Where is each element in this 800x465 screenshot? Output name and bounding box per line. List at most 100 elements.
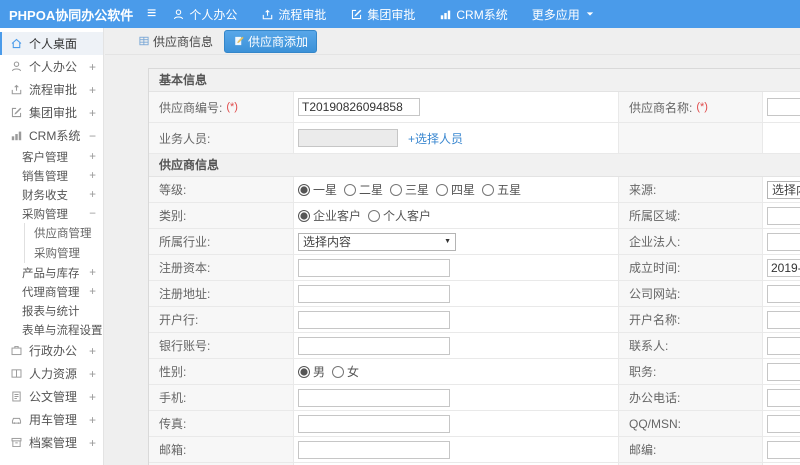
industry-select[interactable]: 选择内容 ▼	[298, 232, 456, 251]
sidebar-item-customer-mgmt[interactable]: 客户管理 +	[0, 147, 103, 166]
expand-toggle[interactable]: +	[89, 367, 96, 381]
form-section: 基本信息供应商编号:(*) 供应商名称:(*) 业务人员: +选择人员	[149, 69, 800, 154]
registered-capital-input[interactable]	[298, 258, 450, 277]
sidebar-item-sales-mgmt[interactable]: 销售管理 +	[0, 166, 103, 185]
business-person-input[interactable]	[298, 129, 398, 147]
expand-toggle[interactable]: +	[89, 286, 96, 298]
nav-more-apps[interactable]: 更多应用	[532, 6, 594, 23]
fax-input[interactable]	[298, 414, 450, 433]
sidebar-item-group-approval[interactable]: 集团审批 +	[0, 101, 103, 124]
category-radio-0[interactable]: 企业客户	[298, 207, 361, 224]
field-cell: 选择内容▼	[763, 177, 800, 202]
expand-toggle[interactable]: +	[89, 344, 96, 358]
sidebar-item-personal-office[interactable]: 个人办公 +	[0, 55, 103, 78]
radio-button[interactable]	[298, 209, 310, 222]
expand-toggle[interactable]: +	[89, 83, 96, 97]
choose-person-link[interactable]: +选择人员	[408, 130, 463, 147]
sidebar-item-purchase-mgmt[interactable]: 采购管理 −	[0, 204, 103, 223]
form-row: 业务人员: +选择人员	[149, 123, 800, 154]
postcode-input[interactable]	[767, 440, 800, 459]
tab-supplier-info[interactable]: 供应商信息	[133, 30, 218, 53]
gender-radio-1[interactable]: 女	[332, 363, 359, 380]
radio-button[interactable]	[332, 365, 345, 378]
nav-label: 流程审批	[278, 7, 327, 22]
sidebar-item-agent-mgmt[interactable]: 代理商管理 +	[0, 282, 103, 301]
expand-toggle[interactable]: +	[89, 170, 96, 182]
sidebar-item-process-approval[interactable]: 流程审批 +	[0, 78, 103, 101]
nav-group-approval[interactable]: 集团审批	[350, 6, 415, 23]
radio-button[interactable]	[298, 365, 310, 378]
sidebar-item-document-mgmt[interactable]: 公文管理 +	[0, 385, 103, 408]
legal-person-input[interactable]	[767, 232, 800, 251]
expand-toggle[interactable]: +	[103, 324, 104, 336]
tab-supplier-add[interactable]: 供应商添加	[224, 29, 318, 53]
field-cell	[763, 123, 800, 153]
level-radio-2[interactable]: 三星	[390, 181, 429, 198]
field-cell: 企业客户 个人客户	[294, 203, 619, 228]
field-label: 联系人:	[619, 333, 763, 358]
expand-toggle[interactable]: +	[89, 267, 96, 279]
sidebar-item-archive-mgmt[interactable]: 档案管理 +	[0, 431, 103, 454]
hamburger-icon[interactable]: ≡	[147, 0, 156, 28]
expand-toggle[interactable]: +	[89, 436, 96, 450]
sidebar-item-crm-system[interactable]: CRM系统 −	[0, 124, 103, 147]
sidebar-item-label: 销售管理	[22, 170, 68, 183]
radio-button[interactable]	[298, 183, 310, 196]
qq-msn-input[interactable]	[767, 414, 800, 433]
bank-name-input[interactable]	[298, 310, 450, 329]
nav-personal-office[interactable]: 个人办公	[172, 6, 237, 23]
company-website-input[interactable]	[767, 284, 800, 303]
field-label: 所属区域:	[619, 203, 763, 228]
sidebar-item-form-flow-settings[interactable]: 表单与流程设置+	[0, 320, 103, 339]
expand-toggle[interactable]: +	[89, 151, 96, 163]
level-radio-3[interactable]: 四星	[436, 181, 475, 198]
expand-toggle[interactable]: +	[89, 189, 96, 201]
founded-date-input[interactable]	[767, 258, 800, 277]
radio-label: 五星	[497, 183, 522, 197]
radio-button[interactable]	[436, 183, 449, 196]
registered-address-input[interactable]	[298, 284, 450, 303]
gender-radio-0[interactable]: 男	[298, 363, 325, 380]
expand-toggle[interactable]: −	[89, 129, 96, 143]
sidebar-item-hr[interactable]: 人力资源 +	[0, 362, 103, 385]
sidebar-item-reports-stats[interactable]: 报表与统计	[0, 301, 103, 320]
expand-toggle[interactable]: +	[89, 106, 96, 120]
position-input[interactable]	[767, 362, 800, 381]
expand-toggle[interactable]: +	[89, 60, 96, 74]
office-phone-input[interactable]	[767, 388, 800, 407]
level-radio-0[interactable]: 一星	[298, 181, 337, 198]
mobile-input[interactable]	[298, 388, 450, 407]
account-name-input[interactable]	[767, 310, 800, 329]
expand-toggle[interactable]: −	[89, 208, 96, 220]
sidebar-item-admin-office[interactable]: 行政办公 +	[0, 339, 103, 362]
radio-button[interactable]	[368, 209, 381, 222]
sidebar-item-supplier-mgmt[interactable]: 供应商管理	[24, 223, 103, 243]
level-radio-4[interactable]: 五星	[482, 181, 521, 198]
bank-account-input[interactable]	[298, 336, 450, 355]
expand-toggle[interactable]: +	[89, 390, 96, 404]
grid-icon	[138, 35, 150, 47]
source-select[interactable]: 选择内容▼	[767, 180, 800, 199]
sidebar-item-personal-desktop[interactable]: 个人桌面	[0, 32, 103, 55]
field-label: 公司网站:	[619, 281, 763, 306]
supplier-code-input[interactable]	[298, 98, 420, 116]
chart-icon	[439, 8, 452, 21]
expand-toggle[interactable]: +	[89, 413, 96, 427]
email-input[interactable]	[298, 440, 450, 459]
sidebar-item-product-inventory[interactable]: 产品与库存 +	[0, 263, 103, 282]
supplier-name-input[interactable]	[767, 98, 800, 116]
contact-person-input[interactable]	[767, 336, 800, 355]
sidebar-item-vehicle-mgmt[interactable]: 用车管理 +	[0, 408, 103, 431]
category-radio-1[interactable]: 个人客户	[368, 207, 431, 224]
level-radio-1[interactable]: 二星	[344, 181, 383, 198]
radio-button[interactable]	[344, 183, 357, 196]
radio-button[interactable]	[390, 183, 403, 196]
region-input[interactable]	[767, 206, 800, 225]
sidebar-item-finance[interactable]: 财务收支 +	[0, 185, 103, 204]
radio-button[interactable]	[482, 183, 495, 196]
sidebar-item-label: 公文管理	[29, 390, 78, 404]
field-label	[619, 123, 763, 153]
nav-process-approval[interactable]: 流程审批	[261, 6, 326, 23]
nav-crm-system[interactable]: CRM系统	[439, 6, 508, 23]
sidebar-item-purchasing[interactable]: 采购管理	[24, 243, 103, 263]
